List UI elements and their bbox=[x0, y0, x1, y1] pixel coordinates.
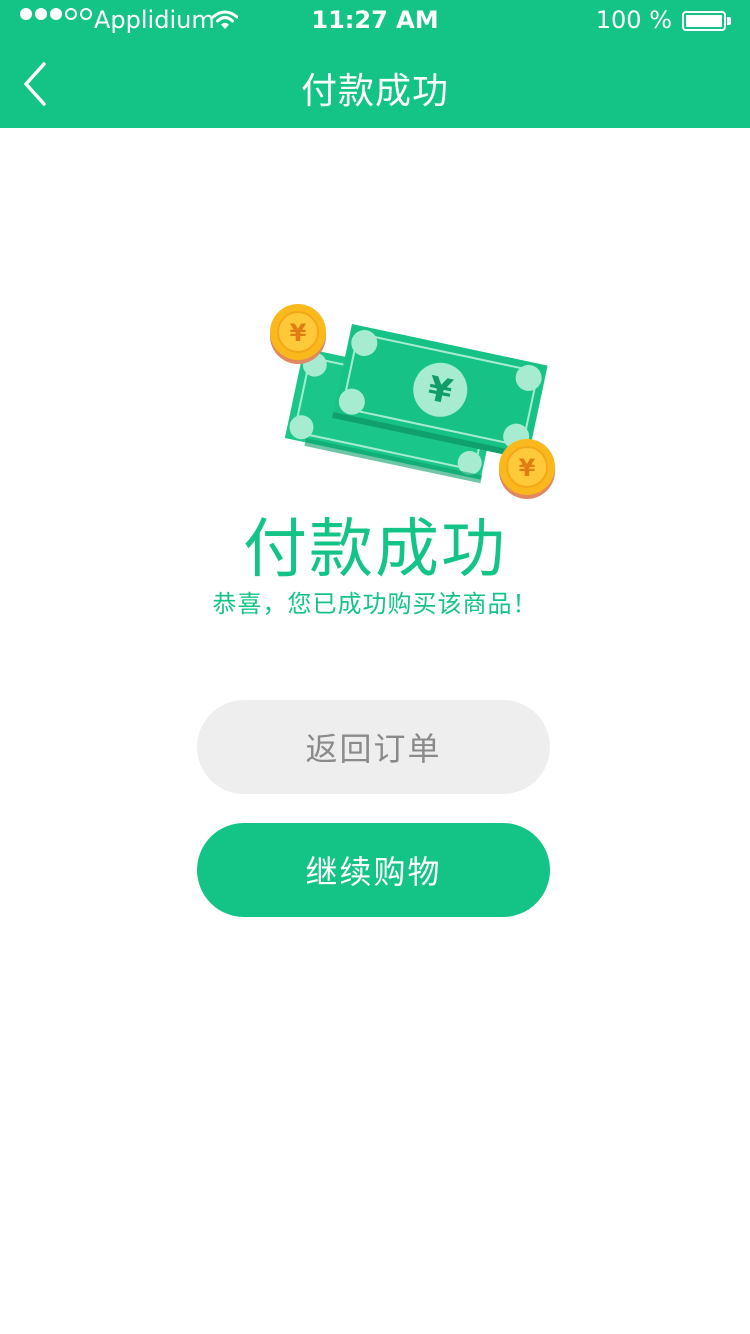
success-message: 恭喜，您已成功购买该商品！ bbox=[212, 590, 538, 618]
navigation-bar: 付款成功 bbox=[0, 40, 750, 128]
battery-percentage: 100 % bbox=[595, 6, 672, 34]
coin-yen-symbol: ¥ bbox=[519, 454, 536, 482]
return-to-order-button[interactable]: 返回订单 bbox=[197, 700, 550, 794]
app-header: Applidium 11:27 AM 100 % 付款成功 bbox=[0, 0, 750, 128]
page-title: 付款成功 bbox=[300, 71, 449, 112]
success-title: 付款成功 bbox=[243, 513, 507, 587]
battery-nub bbox=[727, 17, 731, 25]
coin-yen-symbol: ¥ bbox=[290, 319, 307, 347]
battery-icon bbox=[682, 11, 726, 31]
payment-illustration: ¥ ¥ ¥ bbox=[260, 296, 570, 506]
status-bar: Applidium 11:27 AM 100 % bbox=[0, 0, 750, 40]
continue-shopping-button[interactable]: 继续购物 bbox=[197, 823, 550, 917]
coin-icon: ¥ bbox=[499, 439, 555, 499]
coin-icon: ¥ bbox=[270, 304, 326, 364]
